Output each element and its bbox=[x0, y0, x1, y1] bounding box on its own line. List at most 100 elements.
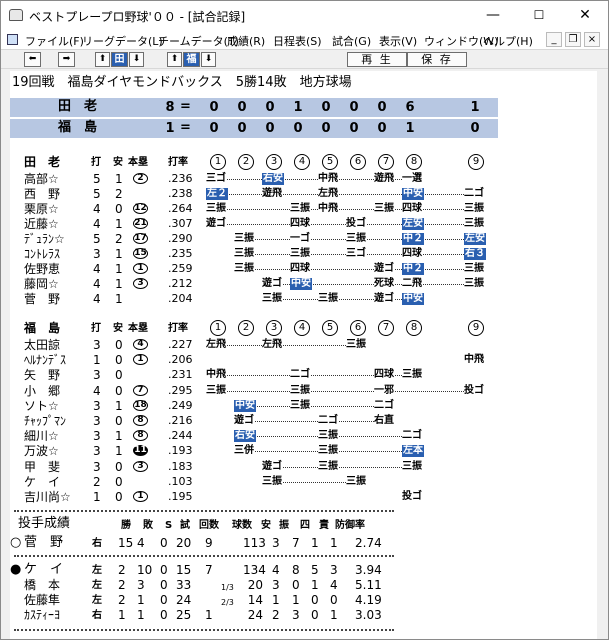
player-name[interactable]: 近藤☆ bbox=[24, 217, 59, 231]
at-bat-result[interactable]: 左安 bbox=[402, 218, 424, 230]
at-bat-result[interactable]: 中飛 bbox=[464, 354, 484, 367]
at-bat-result[interactable]: 三振 bbox=[234, 233, 254, 245]
player-name[interactable]: 小 郷 bbox=[24, 384, 60, 398]
menu-item[interactable]: 表示(V) bbox=[379, 33, 417, 49]
document-icon[interactable] bbox=[7, 34, 18, 45]
team1-up-button[interactable]: ⬆ bbox=[95, 52, 110, 67]
player-name[interactable]: ケ イ bbox=[24, 475, 60, 489]
player-name[interactable]: ｺﾝﾄﾚﾗｽ bbox=[24, 247, 60, 261]
at-bat-result[interactable]: 三ゴ bbox=[346, 248, 366, 260]
at-bat-result[interactable]: 中２ bbox=[402, 233, 424, 245]
menu-item[interactable]: 試合(G) bbox=[332, 33, 371, 49]
at-bat-result[interactable]: 四球 bbox=[402, 203, 422, 215]
at-bat-result[interactable]: 三振 bbox=[464, 218, 484, 230]
menu-item[interactable]: 成績(R) bbox=[227, 33, 265, 49]
player-name[interactable]: ソト☆ bbox=[24, 399, 59, 413]
at-bat-result[interactable]: 三振 bbox=[318, 293, 338, 305]
at-bat-result[interactable]: 右安 bbox=[262, 173, 284, 185]
at-bat-result[interactable]: 投ゴ bbox=[402, 491, 422, 503]
player-name[interactable]: 甲 斐 bbox=[24, 460, 60, 474]
player-name[interactable]: 細川☆ bbox=[24, 429, 59, 443]
team1-down-button[interactable]: ⬇ bbox=[129, 52, 144, 67]
at-bat-result[interactable]: 三振 bbox=[318, 445, 338, 458]
play-button[interactable]: 再 生 bbox=[347, 52, 407, 67]
at-bat-result[interactable]: 中安 bbox=[234, 399, 256, 412]
at-bat-result[interactable]: 四球 bbox=[402, 248, 422, 260]
at-bat-result[interactable]: 右直 bbox=[374, 415, 394, 427]
at-bat-result[interactable]: 一邪 bbox=[374, 384, 394, 397]
at-bat-result[interactable]: 中２ bbox=[402, 263, 424, 275]
menu-item[interactable]: リーグデータ(L) bbox=[82, 33, 163, 49]
maximize-button[interactable]: ☐ bbox=[516, 1, 562, 31]
mdi-close-button[interactable]: × bbox=[584, 32, 600, 47]
menu-item[interactable]: ファイル(F) bbox=[25, 33, 84, 49]
at-bat-result[interactable]: 三振 bbox=[290, 384, 310, 397]
pitcher-name[interactable]: 菅 野 bbox=[24, 536, 63, 550]
at-bat-result[interactable]: 中飛 bbox=[318, 173, 338, 185]
player-name[interactable]: ﾍﾙﾅﾝﾃﾞｽ bbox=[24, 353, 66, 367]
minimize-button[interactable]: — bbox=[470, 1, 516, 31]
at-bat-result[interactable]: 投ゴ bbox=[464, 384, 484, 397]
mdi-minimize-button[interactable]: _ bbox=[546, 32, 562, 47]
player-name[interactable]: 矢 野 bbox=[24, 368, 60, 382]
pitcher-name[interactable]: ケ イ bbox=[24, 563, 63, 577]
player-name[interactable]: 藤岡☆ bbox=[24, 277, 59, 291]
at-bat-result[interactable]: 三振 bbox=[262, 475, 282, 488]
player-name[interactable]: 菅 野 bbox=[24, 292, 60, 306]
next-game-button[interactable]: ➡ bbox=[58, 52, 75, 67]
at-bat-result[interactable]: 遊飛 bbox=[374, 173, 394, 185]
at-bat-result[interactable]: 三振 bbox=[290, 203, 310, 215]
at-bat-result[interactable]: 二ゴ bbox=[374, 399, 394, 412]
at-bat-result[interactable]: 三振 bbox=[290, 399, 310, 412]
at-bat-result[interactable]: 左２ bbox=[206, 188, 228, 200]
at-bat-result[interactable]: 二ゴ bbox=[402, 430, 422, 443]
at-bat-result[interactable]: 四球 bbox=[374, 369, 394, 382]
at-bat-result[interactable]: 三振 bbox=[318, 460, 338, 473]
at-bat-result[interactable]: 三振 bbox=[402, 460, 422, 473]
at-bat-result[interactable]: 右安 bbox=[234, 430, 256, 443]
save-button[interactable]: 保 存 bbox=[407, 52, 467, 67]
app-icon[interactable] bbox=[9, 9, 23, 21]
team2-down-button[interactable]: ⬇ bbox=[201, 52, 216, 67]
player-name[interactable]: ﾃﾞｭﾗﾝ☆ bbox=[24, 232, 65, 246]
at-bat-result[interactable]: 中安 bbox=[290, 278, 312, 290]
at-bat-result[interactable]: 遊ゴ bbox=[262, 278, 282, 290]
player-name[interactable]: 栗原☆ bbox=[24, 202, 59, 216]
at-bat-result[interactable]: 遊ゴ bbox=[206, 218, 226, 230]
at-bat-result[interactable]: 三振 bbox=[374, 203, 394, 215]
at-bat-result[interactable]: 左飛 bbox=[262, 339, 282, 351]
at-bat-result[interactable]: 二ゴ bbox=[464, 188, 484, 200]
at-bat-result[interactable]: 二ゴ bbox=[318, 415, 338, 427]
at-bat-result[interactable]: 遊ゴ bbox=[262, 460, 282, 473]
at-bat-result[interactable]: 左飛 bbox=[318, 188, 338, 200]
menu-item[interactable]: 日程表(S) bbox=[273, 33, 322, 49]
at-bat-result[interactable]: 中安 bbox=[402, 188, 424, 200]
at-bat-result[interactable]: 投ゴ bbox=[346, 218, 366, 230]
menu-item[interactable]: ヘルプ(H) bbox=[483, 33, 533, 49]
player-name[interactable]: 西 野 bbox=[24, 187, 60, 201]
at-bat-result[interactable]: 四球 bbox=[290, 263, 310, 275]
mdi-restore-button[interactable]: ❐ bbox=[565, 32, 581, 47]
team2-select-button[interactable]: 福 bbox=[183, 52, 200, 67]
player-name[interactable]: ﾁｬｯﾌﾟﾏﾝ bbox=[24, 414, 66, 428]
team2-up-button[interactable]: ⬆ bbox=[167, 52, 182, 67]
at-bat-result[interactable]: 三振 bbox=[346, 233, 366, 245]
at-bat-result[interactable]: 三振 bbox=[290, 248, 310, 260]
at-bat-result[interactable]: 中飛 bbox=[206, 369, 226, 382]
at-bat-result[interactable]: 中飛 bbox=[318, 203, 338, 215]
at-bat-result[interactable]: 三振 bbox=[464, 278, 484, 290]
at-bat-result[interactable]: 左飛 bbox=[206, 339, 226, 351]
at-bat-result[interactable]: 三振 bbox=[346, 339, 366, 351]
at-bat-result[interactable]: 右３ bbox=[464, 248, 486, 260]
at-bat-result[interactable]: 遊ゴ bbox=[374, 293, 394, 305]
at-bat-result[interactable]: 一選 bbox=[402, 173, 422, 185]
at-bat-result[interactable]: 遊ゴ bbox=[234, 415, 254, 427]
at-bat-result[interactable]: 三振 bbox=[206, 384, 226, 397]
at-bat-result[interactable]: 三振 bbox=[464, 203, 484, 215]
prev-game-button[interactable]: ⬅ bbox=[24, 52, 41, 67]
player-name[interactable]: 吉川尚☆ bbox=[24, 490, 71, 504]
at-bat-result[interactable]: 三振 bbox=[234, 263, 254, 275]
at-bat-result[interactable]: 三振 bbox=[402, 369, 422, 382]
at-bat-result[interactable]: 三併 bbox=[234, 445, 254, 458]
at-bat-result[interactable]: 三ゴ bbox=[206, 173, 226, 185]
